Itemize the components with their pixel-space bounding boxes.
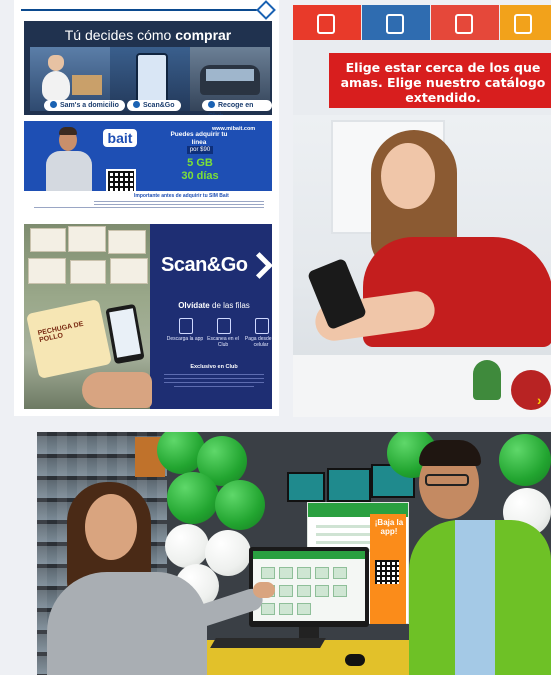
bait-validity: 30 días — [181, 170, 219, 182]
delivery-icon — [50, 101, 57, 108]
step-label-scan: Escanea en el Club — [207, 336, 239, 348]
extended-catalog-promo[interactable]: Elige estar cerca de los que amas. Elige… — [293, 5, 551, 417]
exclusive-label: Exclusivo en Club — [190, 364, 238, 370]
tab-home[interactable] — [500, 5, 551, 40]
bait-footer-title: Importante antes de adquirir tu SIM Bait — [134, 193, 229, 199]
product-box — [68, 226, 106, 252]
balloon — [165, 524, 209, 568]
diamond-icon[interactable] — [256, 0, 276, 20]
customer-face — [85, 494, 137, 560]
product-tile — [297, 567, 311, 579]
product-tile — [297, 585, 311, 597]
download-app-icon — [179, 318, 193, 334]
club-pickup-pill[interactable]: Recoge en Club — [202, 100, 272, 115]
product-tile — [261, 603, 275, 615]
chevron-right-icon — [246, 252, 272, 279]
card-top-divider — [21, 9, 259, 11]
car-window — [206, 69, 254, 81]
product-box — [70, 260, 106, 284]
man-hair — [59, 127, 77, 135]
club-store-photo[interactable]: ¡Baja la app! — [37, 432, 551, 675]
product-tile — [279, 567, 293, 579]
product-tile — [315, 585, 329, 597]
fine-print-line — [174, 386, 254, 387]
balloon — [215, 480, 265, 530]
tv-display — [287, 472, 325, 502]
product-tile — [297, 603, 311, 615]
box-image — [72, 75, 102, 95]
fine-print-line — [34, 207, 264, 208]
scan-go-title: Scan&Go — [161, 254, 248, 276]
product-tile — [333, 567, 347, 579]
pill-label: Sam's a domicilio — [60, 102, 119, 109]
hand-image — [82, 372, 152, 408]
shopping-options-title: Tú decides cómo comprar — [64, 27, 232, 43]
fine-print-line — [94, 204, 264, 205]
building-icon — [386, 14, 404, 34]
man-image — [46, 151, 92, 193]
balloon — [167, 472, 219, 524]
promo-card-left[interactable]: Tú decides cómo comprar Sam's a domicili… — [14, 0, 279, 416]
pay-phone-icon — [255, 318, 269, 334]
bait-logo: bait — [103, 129, 137, 147]
bait-data-amount: 5 GB — [187, 157, 213, 169]
person-image — [48, 55, 64, 71]
fruit-image — [511, 370, 551, 410]
product-box — [28, 258, 66, 284]
home-delivery-pill[interactable]: Sam's a domicilio — [44, 100, 125, 111]
step-label-download: Descarga la app — [166, 336, 204, 342]
shopping-options-banner[interactable]: Tú decides cómo comprar Sam's a domicili… — [24, 21, 272, 115]
glasses-icon — [425, 474, 469, 486]
scan-go-subtitle: Olvídate de las filas — [178, 301, 250, 310]
product-box — [30, 228, 66, 252]
product-tile — [279, 585, 293, 597]
bait-footer: Importante antes de adquirir tu SIM Bait — [24, 191, 272, 211]
tab-building[interactable] — [362, 5, 430, 40]
scan-barcode-icon — [217, 318, 231, 334]
associate-shirt — [455, 520, 495, 675]
tab-car[interactable] — [431, 5, 499, 40]
mouse-image — [345, 654, 365, 666]
product-tile — [279, 603, 293, 615]
phone-image — [136, 53, 168, 105]
qr-code-icon — [375, 560, 399, 584]
catalog-banner-text: Elige estar cerca de los que amas. Elige… — [340, 60, 546, 105]
bait-sim-banner[interactable]: bait www.mibait.com Puedes adquirir tu l… — [24, 121, 272, 211]
fine-print-line — [164, 382, 264, 383]
product-tile — [261, 567, 275, 579]
product-box — [110, 258, 148, 284]
app-promo-text: ¡Baja la app! — [374, 518, 404, 536]
person-body — [42, 71, 70, 101]
fine-print-line — [164, 374, 264, 375]
bait-price: por $90 — [174, 146, 226, 154]
plant-image — [473, 360, 501, 400]
woman-face — [381, 143, 435, 209]
category-tab-bar — [293, 5, 551, 40]
fine-print-line — [164, 378, 264, 379]
keyboard-image — [210, 638, 326, 648]
product-box — [108, 230, 146, 254]
screen-header — [253, 551, 365, 559]
scan-and-go-banner[interactable]: PECHUGA DE POLLO Scan&Go Olvídate de las… — [24, 224, 272, 409]
step-label-pay: Paga desde tu celular — [244, 336, 272, 348]
pill-label: Scan&Go — [143, 102, 175, 109]
product-tile — [333, 585, 347, 597]
tab-phone[interactable] — [293, 5, 361, 40]
catalog-banner: Elige estar cerca de los que amas. Elige… — [329, 53, 551, 108]
next-arrow-icon[interactable]: › — [537, 392, 542, 408]
phone-icon — [317, 14, 335, 34]
customer-hand — [253, 582, 275, 598]
car-icon — [455, 14, 473, 34]
home-icon — [514, 14, 532, 34]
pickup-icon — [208, 101, 215, 108]
scan-icon — [133, 101, 140, 108]
scan-go-pill[interactable]: Scan&Go — [127, 100, 181, 111]
product-tile — [315, 567, 329, 579]
balloon — [499, 434, 551, 486]
tv-display — [327, 468, 371, 502]
bait-headline: Puedes adquirir tu línea — [170, 131, 228, 146]
fine-print-line — [94, 201, 264, 202]
associate-hair — [419, 440, 481, 466]
